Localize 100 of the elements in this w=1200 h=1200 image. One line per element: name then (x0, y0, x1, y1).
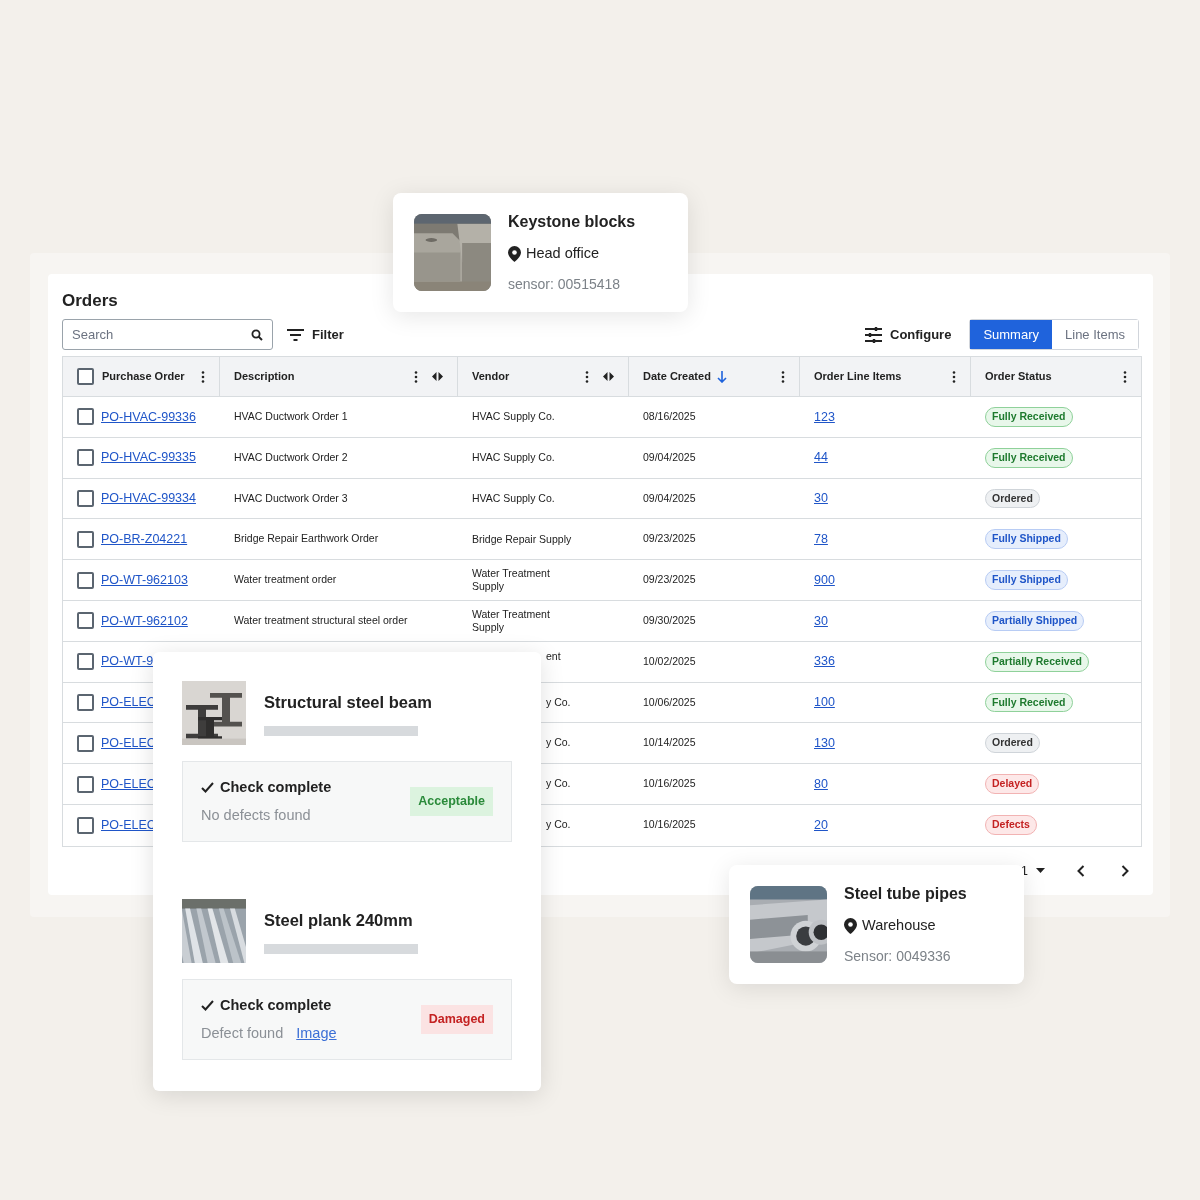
date-text: 08/16/2025 (643, 409, 696, 424)
location-pin-icon (508, 246, 521, 262)
vendor-text: y Co. (546, 694, 571, 710)
checkbox[interactable] (77, 368, 94, 385)
order-link[interactable]: PO-HVAC-99336 (101, 407, 196, 427)
status-badge: Fully Shipped (985, 570, 1068, 590)
checkbox[interactable] (77, 693, 94, 711)
vendor-text: y Co. (546, 817, 571, 833)
card-title: Keystone blocks (508, 212, 636, 233)
description-text: HVAC Ductwork Order 3 (234, 490, 348, 506)
more-icon[interactable] (952, 370, 956, 383)
page-title: Orders (62, 290, 119, 310)
line-items-link[interactable]: 78 (814, 529, 828, 549)
line-items-link[interactable]: 123 (814, 407, 835, 427)
date-text: 10/06/2025 (643, 694, 696, 710)
date-text: 09/30/2025 (643, 613, 696, 628)
column-header[interactable]: Order Line Items (814, 368, 902, 385)
vendor-text: Bridge Repair Supply (472, 532, 572, 546)
checkbox[interactable] (77, 816, 94, 834)
check-status: Check complete (220, 995, 332, 1015)
vendor-text: y Co. (546, 776, 571, 792)
view-tab[interactable]: Summary (970, 320, 1052, 349)
column-header[interactable]: Vendor (472, 368, 510, 385)
column-header[interactable]: Order Status (985, 368, 1052, 385)
date-text: 09/23/2025 (643, 531, 696, 547)
status-badge: Fully Received (985, 407, 1073, 427)
order-link[interactable]: PO-WT-9 (101, 652, 154, 672)
location-text: Head office (526, 244, 600, 264)
more-icon[interactable] (585, 370, 589, 383)
status-badge: Partially Received (985, 651, 1089, 672)
line-items-link[interactable]: 336 (814, 652, 835, 672)
status-badge: Defects (985, 815, 1037, 836)
order-link[interactable]: PO-BR-Z04221 (101, 529, 188, 549)
line-items-link[interactable]: 100 (814, 693, 835, 712)
order-link[interactable]: PO-HVAC-99335 (101, 448, 196, 468)
checkbox[interactable] (77, 530, 94, 548)
more-icon[interactable] (1123, 370, 1127, 383)
description-text: Water treatment structural steel order (234, 613, 408, 628)
more-icon[interactable] (201, 370, 205, 383)
checkbox[interactable] (77, 612, 94, 630)
vendor-text: ent (546, 648, 561, 664)
status-badge: Ordered (985, 488, 1040, 509)
more-icon[interactable] (414, 370, 418, 383)
date-text: 10/02/2025 (643, 653, 696, 669)
checkbox[interactable] (77, 408, 94, 426)
previous-page-icon[interactable] (1077, 864, 1085, 877)
search-icon (251, 329, 263, 341)
vendor-text: HVAC Supply Co. (472, 410, 556, 424)
column-header[interactable]: Description (234, 368, 295, 385)
filter-icon (287, 328, 304, 341)
image-link[interactable]: Image (296, 1022, 337, 1045)
search-field[interactable]: Search (62, 319, 273, 350)
status-badge: Fully Received (985, 692, 1073, 713)
line-items-link[interactable]: 80 (814, 774, 828, 794)
vendor-text: HVAC Supply Co. (472, 492, 556, 505)
line-items-link[interactable]: 30 (814, 489, 828, 508)
verdict-badge: Damaged (420, 1005, 493, 1034)
date-text: 09/04/2025 (643, 449, 696, 465)
date-text: 10/16/2025 (643, 776, 696, 792)
checkbox[interactable] (77, 653, 94, 671)
description-text: Bridge Repair Earthwork Order (234, 531, 379, 547)
checkbox[interactable] (77, 490, 94, 507)
sort-descending-icon[interactable] (716, 370, 727, 383)
vendor-text: HVAC Supply Co. (472, 451, 556, 465)
resize-icon[interactable] (603, 372, 614, 381)
status-badge: Partially Shipped (985, 611, 1085, 631)
line-items-link[interactable]: 20 (814, 816, 828, 835)
line-items-link[interactable]: 900 (814, 570, 835, 590)
checkbox[interactable] (77, 571, 94, 589)
description-text: Water treatment order (234, 572, 337, 588)
line-items-link[interactable]: 44 (814, 448, 828, 468)
order-link[interactable]: PO-HVAC-99334 (101, 489, 196, 508)
line-items-link[interactable]: 130 (814, 733, 835, 753)
caret-icon (1036, 868, 1045, 874)
description-text: HVAC Ductwork Order 1 (234, 409, 348, 424)
checkbox[interactable] (77, 449, 94, 467)
status-badge: Fully Received (985, 447, 1073, 468)
resize-icon[interactable] (432, 372, 443, 381)
defect-text: No defects found (201, 805, 311, 825)
checkbox[interactable] (77, 775, 94, 793)
more-icon[interactable] (781, 370, 785, 383)
description-text: HVAC Ductwork Order 2 (234, 449, 348, 465)
vendor-text: Water Treatment Supply (472, 567, 551, 594)
order-link[interactable]: PO-WT-962102 (101, 611, 188, 631)
location-text: Warehouse (862, 916, 936, 936)
order-link[interactable]: PO-WT-962103 (101, 570, 188, 590)
checkbox[interactable] (77, 734, 94, 752)
configure-button[interactable]: Configure (865, 324, 952, 345)
status-badge: Delayed (985, 774, 1040, 794)
sensor-text: sensor: 00515418 (508, 274, 622, 294)
column-header[interactable]: Purchase Order (102, 368, 185, 385)
date-text: 09/23/2025 (643, 572, 696, 588)
column-header[interactable]: Date Created (643, 368, 711, 385)
check-icon (201, 782, 214, 794)
filter-button[interactable]: Filter (287, 324, 344, 345)
next-page-icon[interactable] (1121, 864, 1129, 877)
verdict-badge: Acceptable (410, 787, 493, 816)
line-items-link[interactable]: 30 (814, 611, 828, 631)
status-badge: Fully Shipped (985, 529, 1068, 550)
item-title: Steel plank 240mm (264, 909, 414, 931)
